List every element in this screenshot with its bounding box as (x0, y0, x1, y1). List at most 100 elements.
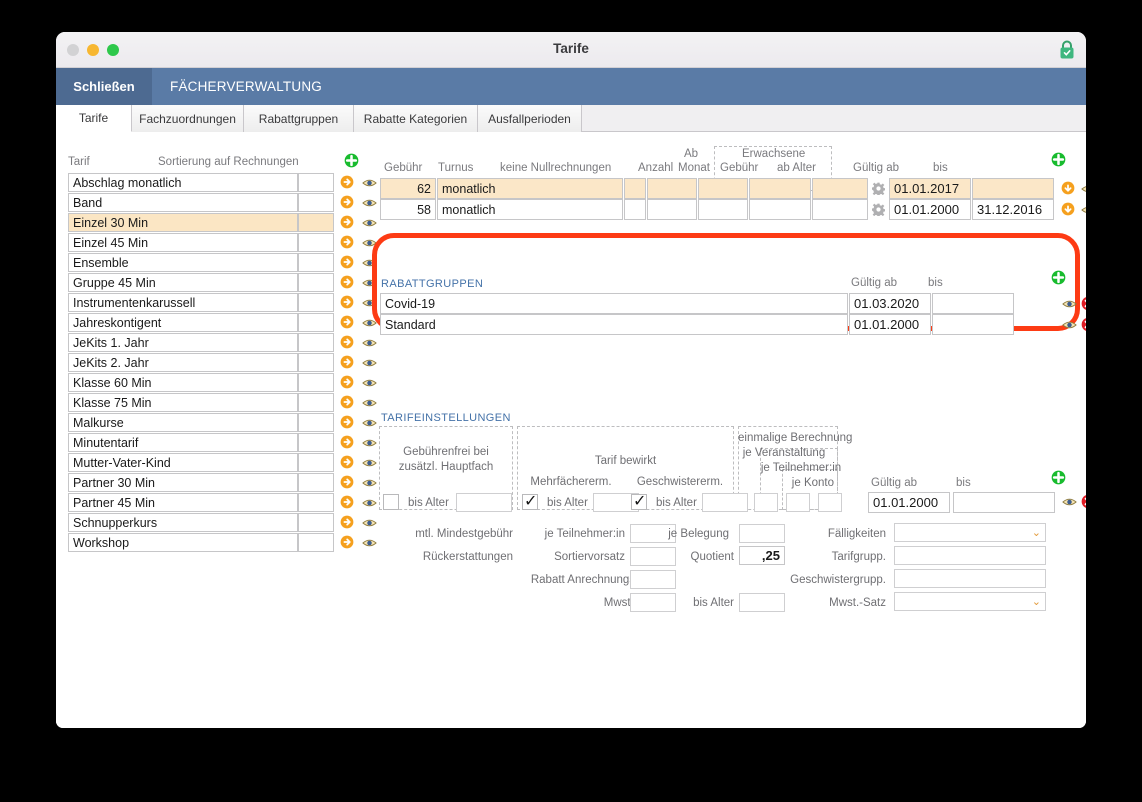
tarifeinstellung-preview-icon[interactable] (1062, 497, 1077, 507)
rabattgruppe-name-cell[interactable]: Standard (380, 314, 848, 335)
fee-row-preview-icon[interactable] (1081, 205, 1086, 215)
tariff-sort-cell[interactable] (298, 393, 334, 412)
rabattgruppe-gueltig-ab-cell[interactable]: 01.01.2000 (849, 314, 931, 335)
fee-row-preview-icon[interactable] (1081, 184, 1086, 194)
geschwisterermaessigung-checkbox[interactable] (631, 491, 647, 510)
tariff-open-icon[interactable] (340, 175, 354, 189)
tariff-preview-icon[interactable] (362, 358, 377, 368)
geschwistergrupp-input[interactable] (894, 569, 1046, 588)
tariff-open-icon[interactable] (340, 495, 354, 509)
fee-cell-erw-ab-alter[interactable] (812, 178, 868, 199)
tariff-sort-cell[interactable] (298, 373, 334, 392)
tab-rabatte-kategorien[interactable]: Rabatte Kategorien (354, 105, 478, 132)
tariff-open-icon[interactable] (340, 415, 354, 429)
close-window-button[interactable]: Schließen (56, 68, 152, 105)
rabattgruppe-preview-icon[interactable] (1062, 299, 1077, 309)
fee-cell-gueltig-ab[interactable]: 01.01.2017 (889, 178, 971, 199)
rabattgruppe-bis-cell[interactable] (932, 293, 1014, 314)
tariff-preview-icon[interactable] (362, 418, 377, 428)
tariff-preview-icon[interactable] (362, 438, 377, 448)
tariff-preview-icon[interactable] (362, 478, 377, 488)
tariff-preview-icon[interactable] (362, 378, 377, 388)
tariff-preview-icon[interactable] (362, 398, 377, 408)
tariff-open-icon[interactable] (340, 535, 354, 549)
tariff-name-cell[interactable]: Einzel 30 Min (68, 213, 298, 232)
tariff-name-cell[interactable]: Partner 30 Min (68, 473, 298, 492)
gebuehrenfrei-bis-alter-input[interactable] (456, 493, 512, 512)
tariff-name-cell[interactable]: Mutter-Vater-Kind (68, 453, 298, 472)
tariff-open-icon[interactable] (340, 475, 354, 489)
add-rabattgruppe-button[interactable] (1051, 270, 1066, 285)
einmalig-teilnehmer-input[interactable] (786, 493, 810, 512)
tariff-name-cell[interactable]: Jahreskontigent (68, 313, 298, 332)
tariff-open-icon[interactable] (340, 315, 354, 329)
gebuehrenfrei-checkbox[interactable] (383, 494, 399, 510)
tariff-sort-cell[interactable] (298, 353, 334, 372)
tariff-open-icon[interactable] (340, 435, 354, 449)
tariff-sort-cell[interactable] (298, 193, 334, 212)
tarifeinstellungen-gueltig-ab-input[interactable]: 01.01.2000 (868, 492, 950, 513)
tariff-preview-icon[interactable] (362, 278, 377, 288)
tariff-preview-icon[interactable] (362, 178, 377, 188)
mwst-satz-select[interactable]: ⌄ (894, 592, 1046, 611)
add-tarifeinstellung-button[interactable] (1051, 470, 1066, 485)
tariff-sort-cell[interactable] (298, 333, 334, 352)
tariff-open-icon[interactable] (340, 355, 354, 369)
tariff-name-cell[interactable]: Malkurse (68, 413, 298, 432)
fee-cell-anzahl[interactable] (647, 199, 697, 220)
tariff-open-icon[interactable] (340, 515, 354, 529)
faelligkeiten-select[interactable]: ⌄ (894, 523, 1046, 542)
tariff-preview-icon[interactable] (362, 218, 377, 228)
tariff-preview-icon[interactable] (362, 518, 377, 528)
tariff-open-icon[interactable] (340, 195, 354, 209)
tariff-sort-cell[interactable] (298, 253, 334, 272)
tariff-open-icon[interactable] (340, 215, 354, 229)
tariff-open-icon[interactable] (340, 455, 354, 469)
tariff-sort-cell[interactable] (298, 513, 334, 532)
tarifeinstellung-delete-icon[interactable] (1081, 494, 1086, 509)
fee-cell-erw-gebuehr[interactable] (749, 178, 811, 199)
tariff-sort-cell[interactable] (298, 533, 334, 552)
rabattgruppe-name-cell[interactable]: Covid-19 (380, 293, 848, 314)
tariff-sort-cell[interactable] (298, 293, 334, 312)
fee-row-move-down-icon[interactable] (1061, 181, 1075, 195)
tariff-preview-icon[interactable] (362, 338, 377, 348)
tariff-sort-cell[interactable] (298, 473, 334, 492)
tab-fachzuordnungen[interactable]: Fachzuordnungen (132, 105, 244, 132)
tariff-open-icon[interactable] (340, 255, 354, 269)
fee-cell-gueltig-ab[interactable]: 01.01.2000 (889, 199, 971, 220)
tariff-name-cell[interactable]: JeKits 2. Jahr (68, 353, 298, 372)
tariff-sort-cell[interactable] (298, 173, 334, 192)
fee-cell-turnus[interactable]: monatlich (437, 199, 623, 220)
tariff-sort-cell[interactable] (298, 433, 334, 452)
rabattgruppe-gueltig-ab-cell[interactable]: 01.03.2020 (849, 293, 931, 314)
fee-row-gear-icon[interactable] (872, 182, 885, 195)
tariff-name-cell[interactable]: Gruppe 45 Min (68, 273, 298, 292)
rabattgruppe-bis-cell[interactable] (932, 314, 1014, 335)
tarifgrupp-input[interactable] (894, 546, 1046, 565)
tariff-preview-icon[interactable] (362, 238, 377, 248)
tariff-preview-icon[interactable] (362, 198, 377, 208)
tariff-sort-cell[interactable] (298, 313, 334, 332)
einmalig-veranstaltung-input[interactable] (754, 493, 778, 512)
tariff-sort-cell[interactable] (298, 493, 334, 512)
rabattgruppe-delete-icon[interactable] (1081, 296, 1086, 311)
tariff-name-cell[interactable]: Ensemble (68, 253, 298, 272)
add-tariff-button[interactable] (344, 153, 359, 168)
fee-cell-ab-monat[interactable] (698, 178, 748, 199)
rabattgruppe-preview-icon[interactable] (1062, 320, 1077, 330)
tariff-name-cell[interactable]: Workshop (68, 533, 298, 552)
tab-ausfallperioden[interactable]: Ausfallperioden (478, 105, 582, 132)
tariff-name-cell[interactable]: Abschlag monatlich (68, 173, 298, 192)
tariff-preview-icon[interactable] (362, 498, 377, 508)
tariff-name-cell[interactable]: Partner 45 Min (68, 493, 298, 512)
fee-cell-ab-monat[interactable] (698, 199, 748, 220)
fee-cell-erw-gebuehr[interactable] (749, 199, 811, 220)
tariff-sort-cell[interactable] (298, 273, 334, 292)
fee-cell-turnus[interactable]: monatlich (437, 178, 623, 199)
tariff-name-cell[interactable]: Klasse 60 Min (68, 373, 298, 392)
fee-cell-erw-ab-alter[interactable] (812, 199, 868, 220)
tariff-name-cell[interactable]: Klasse 75 Min (68, 393, 298, 412)
tariff-sort-cell[interactable] (298, 453, 334, 472)
tariff-open-icon[interactable] (340, 335, 354, 349)
